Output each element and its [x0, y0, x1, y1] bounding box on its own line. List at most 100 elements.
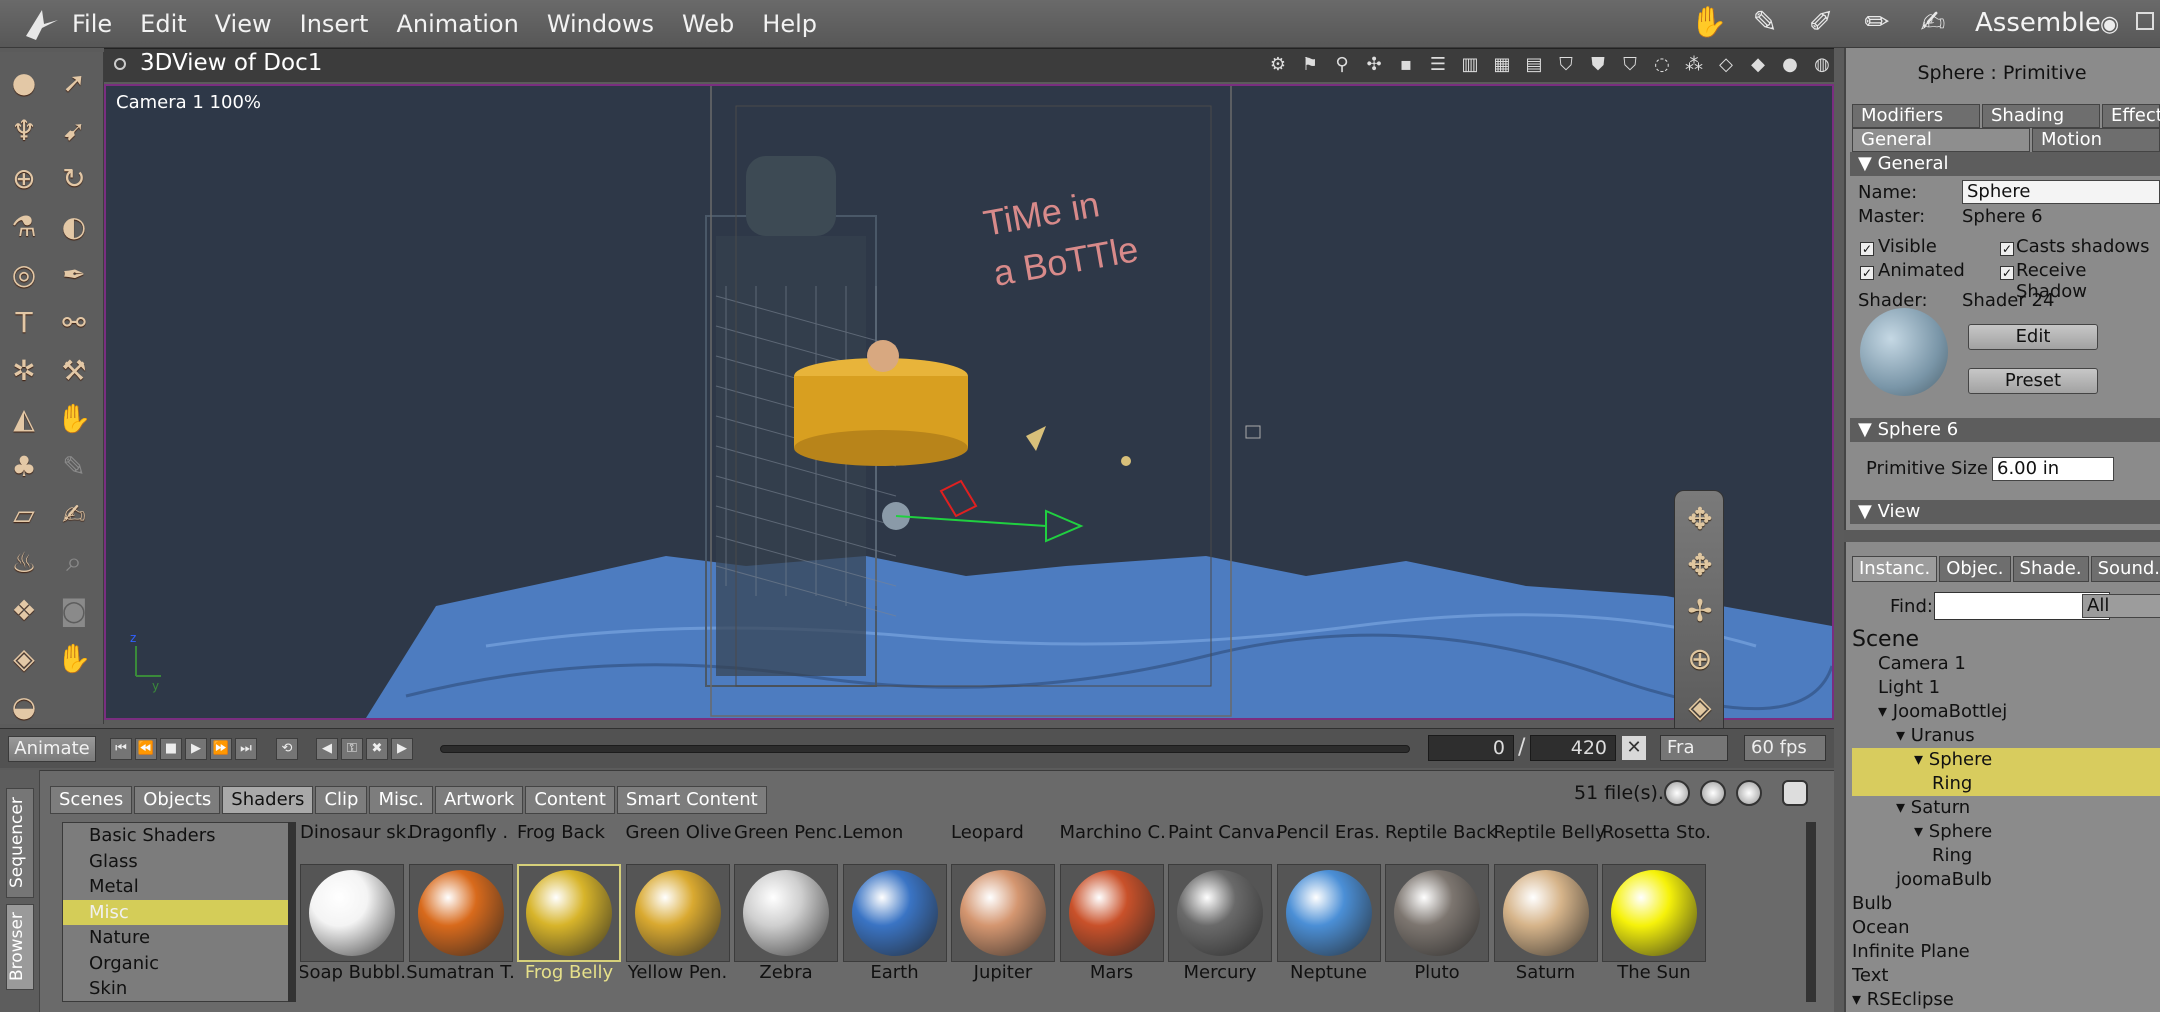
move-yz-icon[interactable]: ✢ — [1680, 591, 1720, 631]
shader-name-top[interactable]: Dinosaur sk. — [300, 822, 412, 846]
text-tool-icon[interactable]: T — [4, 302, 44, 342]
name-field[interactable]: Sphere — [1962, 180, 2160, 204]
shader-name-top[interactable]: Marchino C. — [1060, 822, 1166, 846]
trackball-icon[interactable]: ⊕ — [1680, 639, 1720, 679]
expand-arrow-icon[interactable]: ▾ — [1914, 821, 1929, 842]
shader-tile[interactable] — [734, 864, 838, 962]
receive-shadow-checkbox[interactable]: ✓ — [2000, 266, 2014, 280]
paint-tool-icon[interactable]: ✍ — [54, 494, 94, 534]
tree-node[interactable]: ▾ Uranus — [1852, 724, 2160, 748]
timeline-scrubber[interactable] — [440, 745, 1410, 753]
tree-node[interactable]: Ring — [1852, 772, 2160, 796]
move-xz-icon[interactable]: ✥ — [1680, 545, 1720, 585]
go-start-icon[interactable]: ⏮ — [110, 738, 132, 760]
cubes-tool-icon[interactable]: ❖ — [4, 590, 44, 630]
tree-node[interactable]: ▾ Sphere — [1852, 748, 2160, 772]
stop-icon[interactable]: ■ — [160, 738, 182, 760]
tree-node[interactable]: ▾ JoomaBottlej — [1852, 700, 2160, 724]
current-frame-field[interactable]: 0 — [1428, 735, 1514, 761]
menu-file[interactable]: File — [72, 10, 126, 38]
expand-arrow-icon[interactable]: ▾ — [1878, 701, 1893, 722]
filter-select[interactable]: All — [2082, 594, 2160, 618]
tree-node[interactable]: Scene — [1852, 628, 2160, 652]
quad-view-icon[interactable]: ▦ — [1489, 52, 1515, 78]
tab-objects[interactable]: Objects — [134, 786, 221, 814]
category-metal[interactable]: Metal — [63, 874, 291, 900]
eye-icon[interactable]: ◉ — [2100, 12, 2119, 37]
goblet-tool-icon[interactable]: ♆ — [4, 110, 44, 150]
go-end-icon[interactable]: ⏭ — [235, 738, 257, 760]
shader-tile[interactable] — [1493, 864, 1598, 962]
light-icon[interactable]: ⚑ — [1297, 52, 1323, 78]
section-sphere-header[interactable]: ▼ Sphere 6 — [1850, 418, 2160, 442]
end-frame-field[interactable]: 420 — [1530, 735, 1616, 761]
tree-node[interactable]: Camera 1 — [1852, 652, 2160, 676]
torus-tool-icon[interactable]: ◎ — [4, 254, 44, 294]
plane-tool-icon[interactable]: ▱ — [4, 494, 44, 534]
single-view-icon[interactable]: ▪ — [1393, 52, 1419, 78]
tab-shaders[interactable]: Shaders — [222, 786, 314, 814]
shader-tile[interactable] — [1059, 864, 1164, 962]
sphere-solid-icon[interactable]: ● — [1777, 52, 1803, 78]
loop-icon[interactable]: ⟲ — [276, 738, 298, 760]
play-icon[interactable]: ▶ — [185, 738, 207, 760]
menu-help[interactable]: Help — [748, 10, 831, 38]
tab-effects[interactable]: Effects — [2102, 104, 2160, 128]
shader-name-top[interactable]: Green Olive — [626, 822, 732, 846]
category-misc[interactable]: Misc — [63, 899, 291, 925]
shader-room-icon[interactable]: ✏ — [1858, 6, 1896, 40]
category-basic-shaders[interactable]: Basic Shaders — [63, 823, 291, 849]
stack-tool-icon[interactable]: ◈ — [4, 638, 44, 678]
prev-key-icon[interactable]: ◀ — [316, 738, 338, 760]
next-key-icon[interactable]: ▶ — [391, 738, 413, 760]
sequencer-tab[interactable]: Sequencer — [6, 788, 34, 898]
panel-splitter[interactable] — [1844, 530, 2160, 542]
tab-smart-content[interactable]: Smart Content — [616, 786, 767, 814]
sphere-dots-icon[interactable]: ⁂ — [1681, 52, 1707, 78]
browser-options-icon[interactable] — [1782, 780, 1808, 806]
texture-room-icon[interactable]: ✐ — [1802, 6, 1840, 40]
flame-tool-icon[interactable]: ♨ — [4, 542, 44, 582]
section-general-header[interactable]: ▼ General — [1850, 152, 2160, 176]
bowl-tool-icon[interactable]: ◒ — [4, 686, 44, 726]
category-organic[interactable]: Organic — [63, 951, 291, 977]
move-arrow-icon[interactable]: ➹ — [54, 110, 94, 150]
key-icon[interactable]: ⚿ — [341, 738, 363, 760]
tree-node[interactable]: Bulb — [1852, 892, 2160, 916]
expand-arrow-icon[interactable]: ▾ — [1896, 725, 1911, 746]
animate-button[interactable]: Animate — [8, 736, 96, 762]
tab-clip[interactable]: Clip — [315, 786, 368, 814]
grab-tool-icon[interactable]: ⚒ — [54, 350, 94, 390]
category-glass[interactable]: Glass — [63, 849, 291, 875]
casts-shadows-checkbox[interactable]: ✓ — [2000, 242, 2014, 256]
tab-general[interactable]: General — [1852, 128, 2030, 152]
delete-key-icon[interactable]: ✖ — [366, 738, 388, 760]
camera-icon[interactable]: ⚙ — [1265, 52, 1291, 78]
rotate-icon[interactable]: ↻ — [54, 158, 94, 198]
menu-edit[interactable]: Edit — [126, 10, 200, 38]
shader-tile[interactable] — [408, 864, 513, 962]
tree-tool-icon[interactable]: ♣ — [4, 446, 44, 486]
twist-icon[interactable]: ◐ — [54, 206, 94, 246]
shader-name-top[interactable]: Reptile Back — [1385, 822, 1497, 846]
menu-windows[interactable]: Windows — [533, 10, 668, 38]
shield-b-icon[interactable]: ⛊ — [1585, 52, 1611, 78]
preset-button[interactable]: Preset — [1968, 368, 2098, 394]
tree-node[interactable]: ▾ Saturn — [1852, 796, 2160, 820]
shield-c-icon[interactable]: ⛉ — [1617, 52, 1643, 78]
cube-view-icon[interactable]: ◈ — [1680, 687, 1720, 727]
tree-node[interactable]: Ring — [1852, 844, 2160, 868]
tree-node[interactable]: Light 1 — [1852, 676, 2160, 700]
shader-name-top[interactable]: Lemon — [843, 822, 904, 846]
shader-tile[interactable] — [625, 864, 730, 962]
lathe-tool-icon[interactable]: ⚗ — [4, 206, 44, 246]
menu-web[interactable]: Web — [668, 10, 748, 38]
shader-name-top[interactable]: Reptile Belly — [1494, 822, 1606, 846]
sphere-outline-icon[interactable]: ◌ — [1649, 52, 1675, 78]
move-xy-icon[interactable]: ✥ — [1680, 499, 1720, 539]
menu-insert[interactable]: Insert — [286, 10, 383, 38]
shader-tile[interactable] — [300, 864, 404, 962]
tab-objects-list[interactable]: Objec. — [1939, 556, 2011, 582]
menu-view[interactable]: View — [201, 10, 286, 38]
category-nature[interactable]: Nature — [63, 925, 291, 951]
